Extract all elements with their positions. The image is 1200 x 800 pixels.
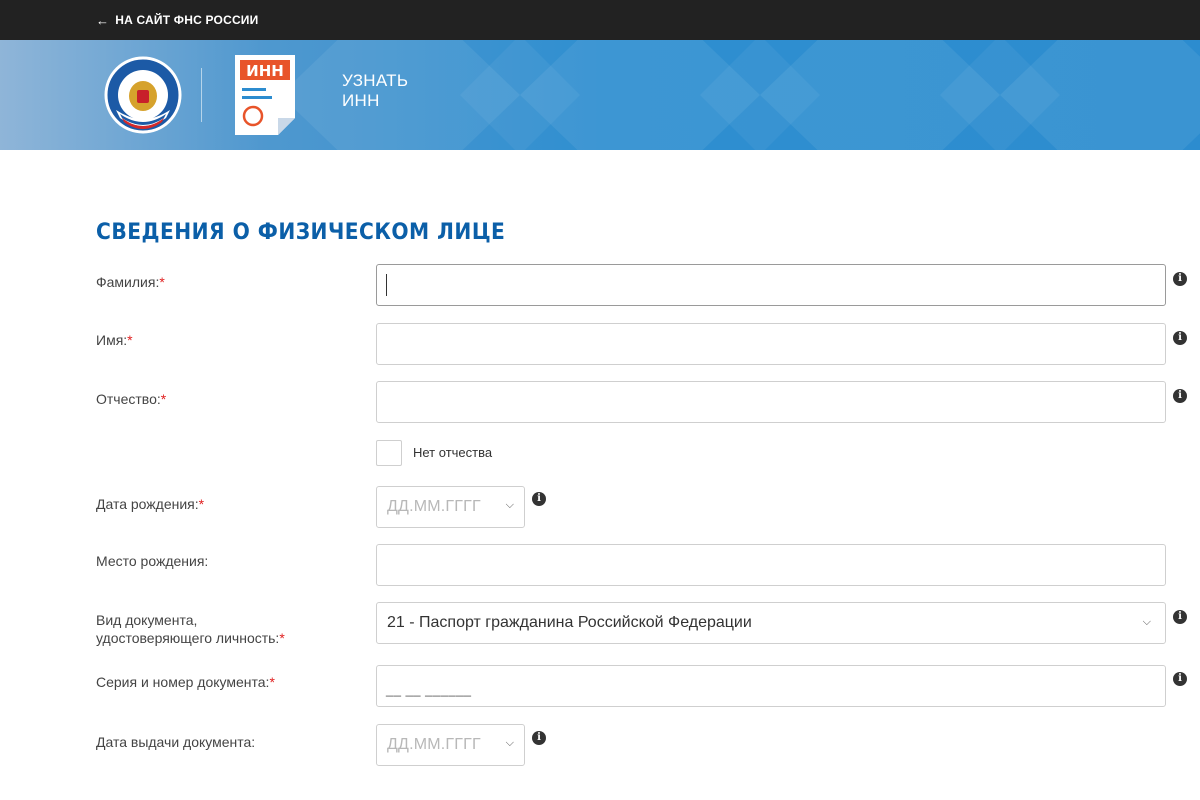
birth-date-label: Дата рождения:*: [96, 496, 205, 512]
patronymic-input[interactable]: [376, 381, 1166, 423]
no-patronymic-label[interactable]: Нет отчества: [413, 445, 492, 460]
doc-number-mask: __ __ ______: [386, 682, 472, 697]
section-title: СВЕДЕНИЯ О ФИЗИЧЕСКОМ ЛИЦЕ: [96, 220, 506, 245]
doc-type-label: Вид документа, удостоверяющего личность:…: [96, 612, 285, 646]
info-icon[interactable]: i: [532, 731, 546, 745]
name-label: Имя:*: [96, 332, 133, 348]
issue-date-picker[interactable]: ДД.ММ.ГГГГ ⌵: [376, 724, 525, 766]
no-patronymic-checkbox[interactable]: [376, 440, 402, 466]
info-icon[interactable]: i: [1173, 389, 1187, 403]
inn-document-icon: ИНН: [235, 55, 295, 135]
doc-type-select[interactable]: 21 - Паспорт гражданина Российской Федер…: [376, 602, 1166, 644]
arrow-left-icon: ←: [96, 12, 110, 28]
info-icon[interactable]: i: [1173, 331, 1187, 345]
required-mark: *: [160, 391, 167, 407]
birth-date-picker[interactable]: ДД.ММ.ГГГГ ⌵: [376, 486, 525, 528]
fns-emblem-icon: [104, 56, 182, 134]
required-mark: *: [198, 496, 205, 512]
chevron-down-icon: ⌵: [1142, 616, 1151, 628]
required-mark: *: [127, 332, 133, 348]
page-heading-line2: ИНН: [342, 91, 380, 110]
info-icon[interactable]: i: [1173, 610, 1187, 624]
doc-type-value: 21 - Паспорт гражданина Российской Федер…: [387, 614, 752, 631]
page-heading: УЗНАТЬ ИНН: [342, 71, 408, 111]
text-caret: [386, 274, 387, 296]
top-bar: ← НА САЙТ ФНС РОССИИ: [0, 0, 1200, 40]
info-icon[interactable]: i: [1173, 672, 1187, 686]
doc-number-label: Серия и номер документа:*: [96, 674, 275, 690]
required-mark: *: [279, 630, 285, 646]
birth-place-label: Место рождения:: [96, 553, 209, 569]
doc-number-input[interactable]: [376, 665, 1166, 707]
required-mark: *: [269, 674, 275, 690]
name-input[interactable]: [376, 323, 1166, 365]
inn-badge-text: ИНН: [246, 62, 284, 80]
surname-input[interactable]: [376, 264, 1166, 306]
issue-date-placeholder: ДД.ММ.ГГГГ: [387, 736, 481, 753]
required-mark: *: [159, 274, 165, 290]
issue-date-label: Дата выдачи документа:: [96, 734, 256, 750]
page-heading-line1: УЗНАТЬ: [342, 71, 409, 90]
back-to-fns-link[interactable]: ← НА САЙТ ФНС РОССИИ: [96, 0, 258, 40]
birth-date-placeholder: ДД.ММ.ГГГГ: [387, 498, 481, 515]
chevron-down-icon: ⌵: [505, 737, 514, 749]
patronymic-label: Отчество:*: [96, 391, 167, 407]
back-link-label: НА САЙТ ФНС РОССИИ: [115, 13, 259, 27]
chevron-down-icon: ⌵: [505, 499, 514, 511]
birth-place-input[interactable]: [376, 544, 1166, 586]
surname-label: Фамилия:*: [96, 274, 165, 290]
info-icon[interactable]: i: [532, 492, 546, 506]
header-banner: ИНН УЗНАТЬ ИНН: [0, 40, 1200, 150]
info-icon[interactable]: i: [1173, 272, 1187, 286]
banner-divider: [201, 68, 202, 122]
